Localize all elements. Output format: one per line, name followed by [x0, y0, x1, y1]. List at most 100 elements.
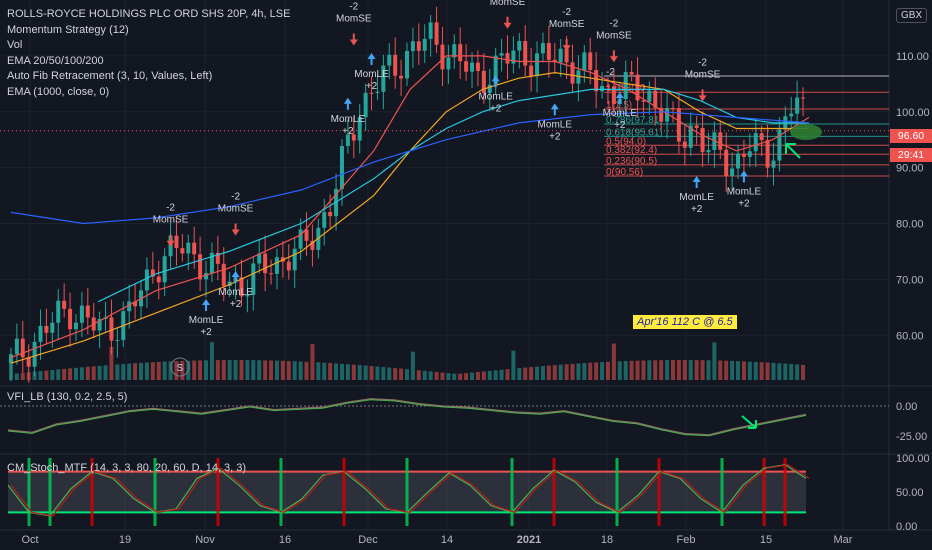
volume-bar [493, 370, 498, 380]
signal-label: MomLE [603, 108, 638, 119]
signal-label: MomLE [538, 119, 573, 130]
candle-body [186, 242, 191, 254]
volume-bar [747, 361, 752, 380]
signal-qty: +2 [691, 204, 703, 215]
volume-bar [38, 371, 43, 380]
time-tick-label: 2021 [517, 534, 541, 546]
volume-bar [251, 360, 256, 380]
short-entry-arrow [166, 234, 175, 247]
signal-label: MomLE [331, 114, 366, 125]
stoch-label: CM_Stoch_MTF (14, 3, 3, 80, 20, 60, D, 1… [7, 462, 247, 474]
volume-bar [617, 361, 622, 380]
volume-bar [387, 367, 392, 380]
price-tick-label: 80.00 [896, 219, 924, 231]
time-tick-label: Feb [677, 534, 696, 546]
volume-bar [304, 361, 309, 380]
signal-label: MomLE [354, 69, 389, 80]
legend-symbol: ROLLS-ROYCE HOLDINGS PLC ORD SHS 20P, 4h… [7, 8, 291, 20]
signal-label: MomSE [218, 204, 254, 215]
volume-bar [582, 363, 587, 380]
candle-body [499, 53, 504, 56]
volume-bar [192, 360, 197, 380]
volume-bar [434, 371, 439, 380]
candle-body [286, 261, 291, 271]
candle-body [546, 43, 551, 60]
candle-body [475, 62, 480, 71]
candle-body [156, 276, 161, 283]
volume-bar [14, 373, 19, 380]
volume-bar [263, 360, 268, 380]
signal-label: MomLE [478, 91, 513, 102]
volume-bar [8, 356, 13, 380]
stoch-tick-label: 0.00 [896, 521, 917, 533]
candle-body [393, 54, 398, 76]
candle-body [440, 44, 445, 70]
legend-ema: EMA 20/50/100/200 [7, 54, 104, 67]
volume-bar [50, 369, 55, 380]
volume-bar [594, 362, 599, 380]
candle-body [458, 44, 463, 62]
signal-label: MomSE [549, 19, 585, 30]
volume-bar [416, 370, 421, 380]
time-tick-label: 14 [441, 534, 453, 546]
candle-body [629, 72, 634, 75]
candle-body [700, 128, 705, 153]
volume-bar [109, 346, 114, 380]
candle-body [529, 65, 534, 77]
legend-ema1000: EMA (1000, close, 0) [7, 85, 110, 98]
volume-bar [127, 363, 132, 380]
short-entry-arrow [698, 89, 707, 102]
volume-bar [540, 366, 545, 380]
long-entry-arrow [367, 53, 376, 66]
volume-bar [280, 360, 285, 380]
price-tick-label: 60.00 [896, 330, 924, 342]
volume-bar [517, 368, 522, 380]
volume-bar [322, 362, 327, 380]
volume-bar [351, 364, 356, 380]
volume-bar [676, 360, 681, 380]
volume-bar [399, 368, 404, 380]
short-entry-arrow [609, 50, 618, 63]
volume-bar [783, 363, 788, 380]
volume-bar [62, 368, 67, 380]
last-price-tag: 96.60 [890, 129, 932, 143]
time-tick-label: Dec [358, 534, 378, 546]
price-tick-label: 70.00 [896, 274, 924, 286]
volume-bar [605, 361, 610, 380]
signal-label: MomSE [490, 0, 526, 8]
volume-bar [570, 363, 575, 380]
candle-body [339, 145, 344, 189]
candle-body [511, 50, 516, 64]
volume-bar [133, 363, 138, 380]
countdown-tag: 29:41 [890, 148, 932, 162]
candle-body [753, 133, 758, 152]
signal-qty: +2 [490, 103, 502, 114]
volume-bar [576, 363, 581, 380]
volume-bar [286, 361, 291, 380]
candle-body [535, 53, 540, 77]
time-tick-label: Nov [195, 534, 215, 546]
volume-bar [328, 363, 333, 380]
volume-bar [274, 360, 279, 380]
volume-bar [410, 351, 415, 380]
fib-level-label: 0(90.56) [606, 167, 643, 178]
volume-bar [765, 362, 770, 380]
volume-bar [564, 364, 569, 380]
chart-legend: ROLLS-ROYCE HOLDINGS PLC ORD SHS 20P, 4h… [7, 7, 290, 100]
vfi-tick-label: -25.00 [896, 431, 927, 443]
volume-bar [257, 360, 262, 380]
volume-bar [44, 370, 49, 380]
volume-bar [103, 365, 108, 380]
candle-body [470, 62, 475, 72]
legend-vol: Vol [7, 39, 23, 51]
volume-bar [375, 366, 380, 380]
signal-qty: +2 [230, 299, 242, 310]
candle-body [416, 41, 421, 51]
volume-bar [345, 364, 350, 380]
volume-bar [298, 361, 303, 380]
candle-body [446, 57, 451, 70]
candle-body [62, 300, 67, 309]
currency-badge[interactable]: GBX [896, 8, 928, 23]
volume-bar [115, 364, 120, 380]
signal-qty: +2 [614, 120, 626, 131]
